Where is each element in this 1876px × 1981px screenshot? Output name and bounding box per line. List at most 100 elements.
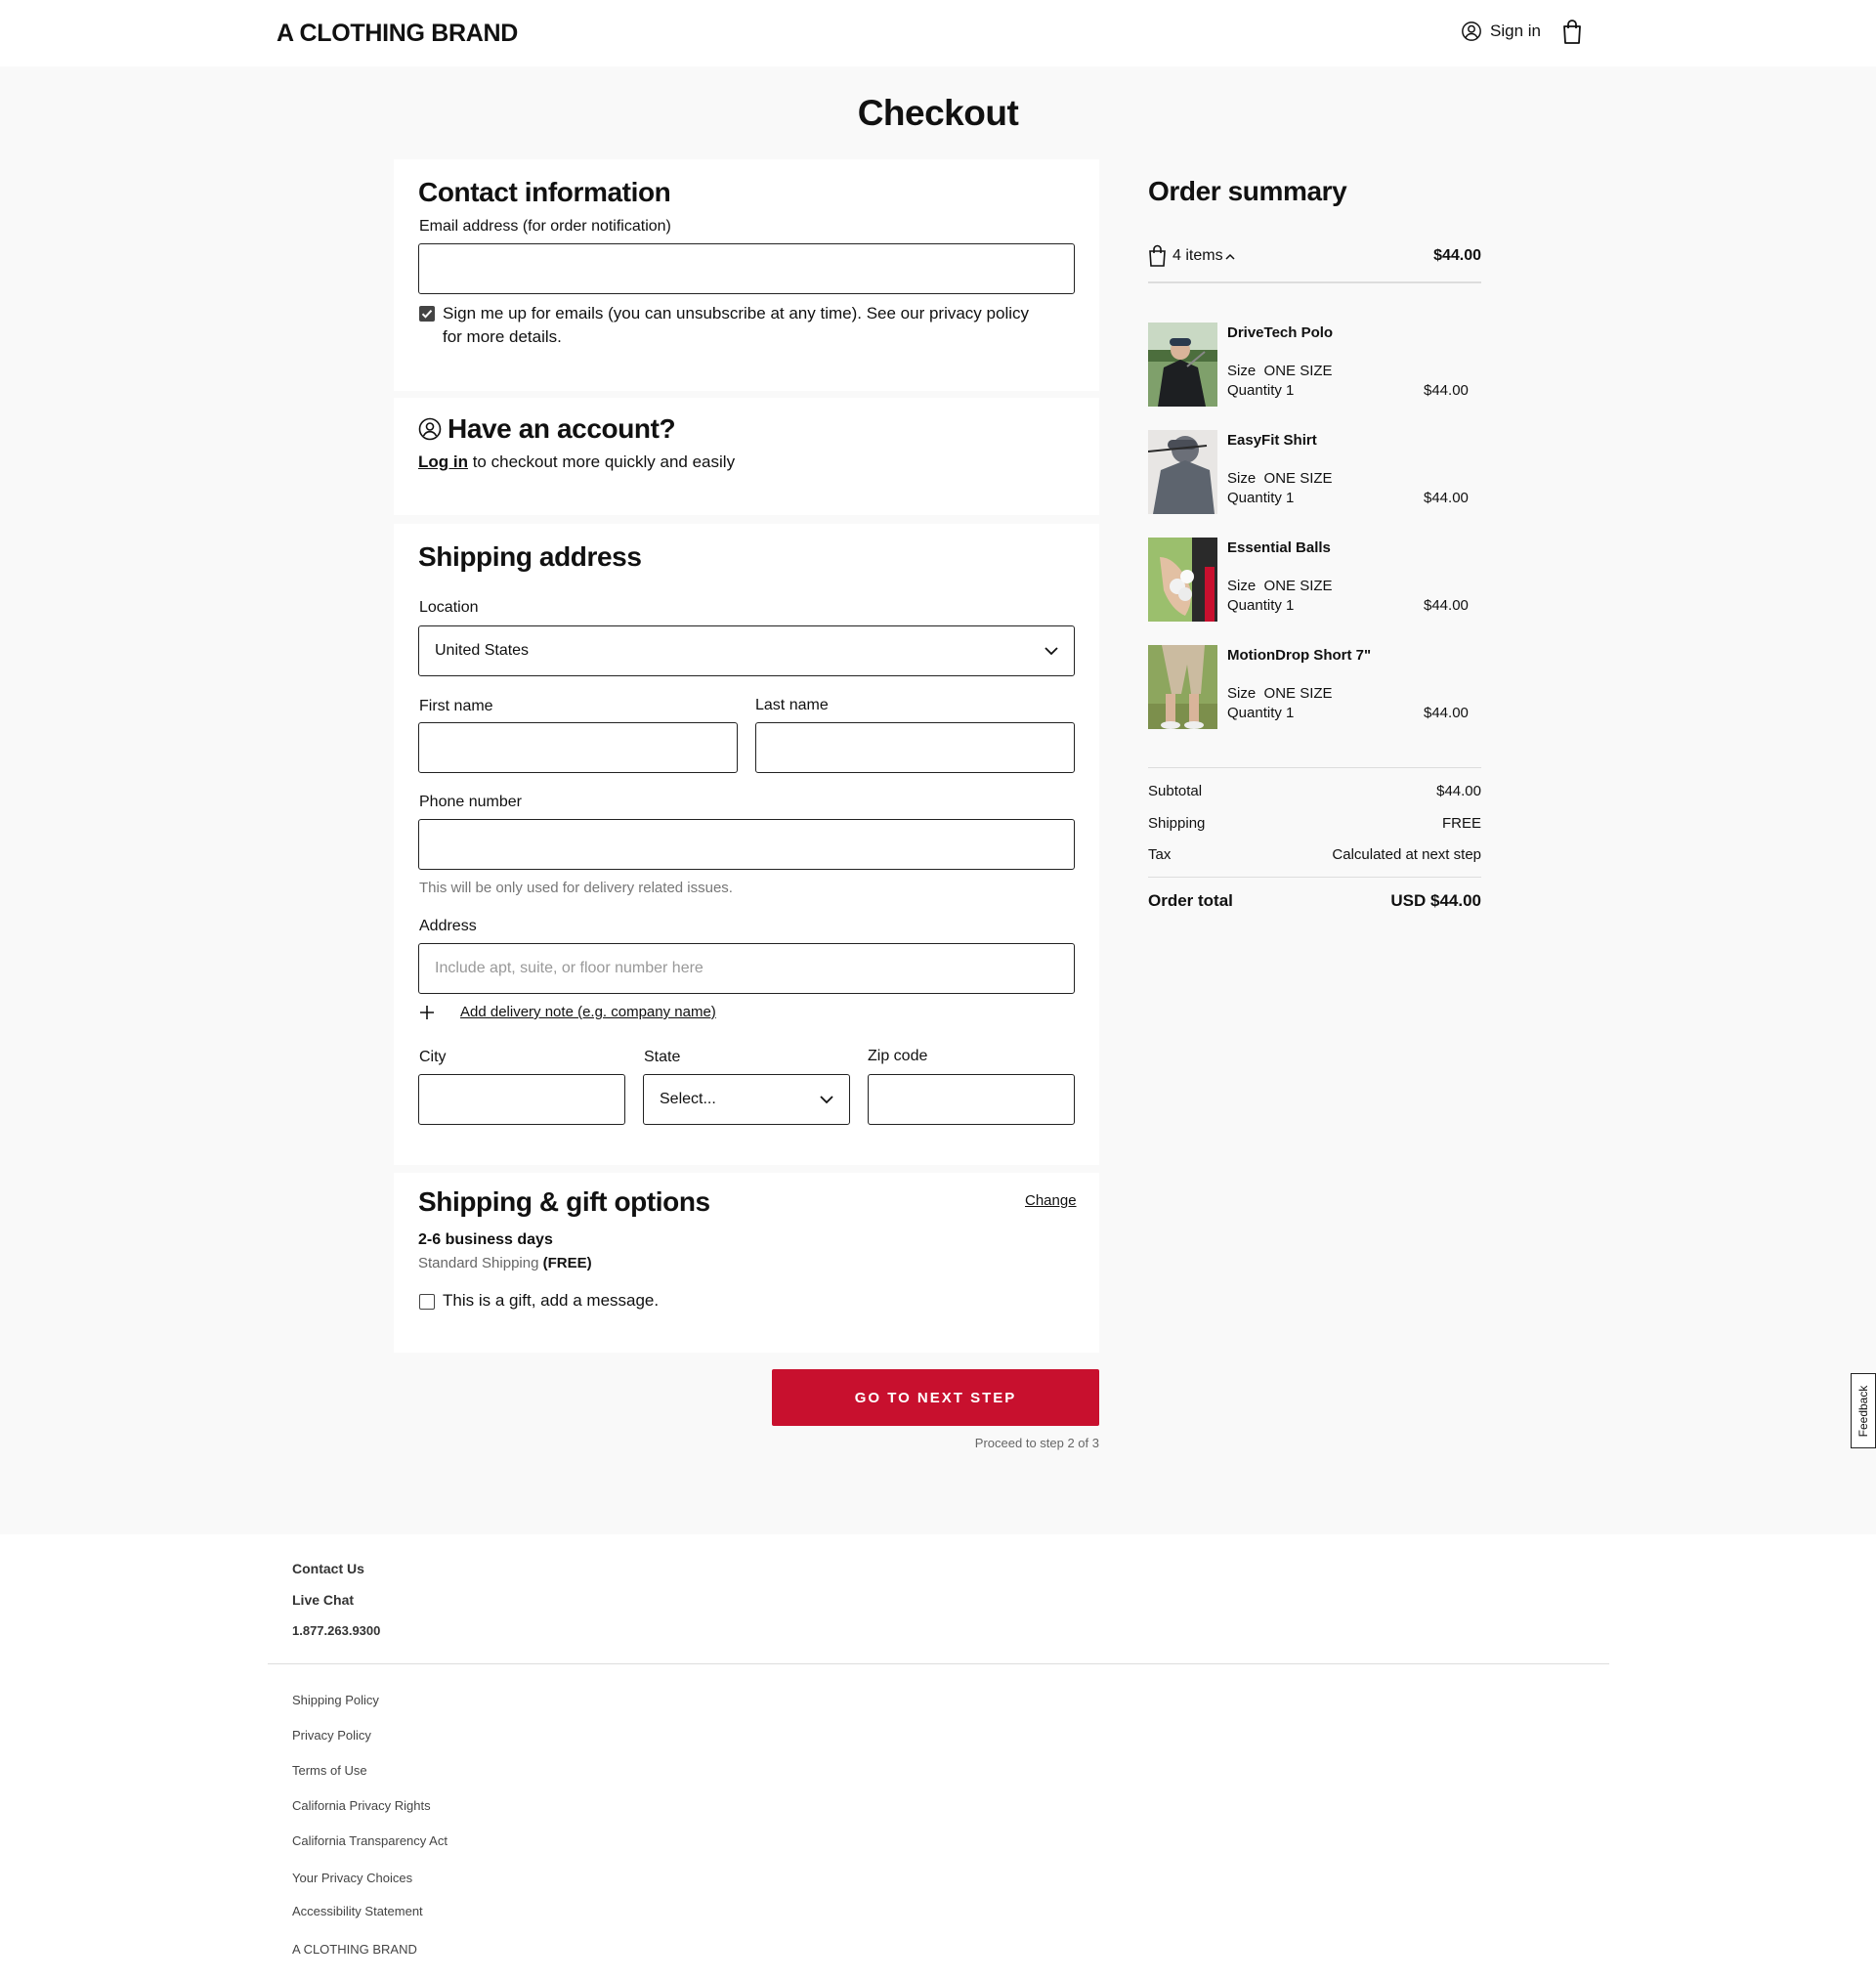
footer-phone[interactable]: 1.877.263.9300 (292, 1623, 380, 1638)
footer-link-shipping-policy[interactable]: Shipping Policy (292, 1693, 379, 1707)
tax-label: Tax (1148, 846, 1172, 863)
newsletter-checkbox[interactable] (419, 306, 435, 322)
login-row: Log in to checkout more quickly and easi… (418, 452, 735, 472)
item-size: Size ONE SIZE (1227, 363, 1333, 379)
plus-icon (420, 1005, 434, 1019)
state-label: State (644, 1049, 681, 1065)
footer-link-accessibility[interactable]: Accessibility Statement (292, 1904, 423, 1918)
shipping-method: Standard Shipping (418, 1255, 539, 1271)
footer-contact-us[interactable]: Contact Us (292, 1561, 364, 1576)
subtotal-value: $44.00 (1436, 783, 1481, 799)
go-to-next-step-button[interactable]: GO TO NEXT STEP (772, 1369, 1099, 1426)
city-field[interactable] (418, 1074, 625, 1125)
zip-field[interactable] (868, 1074, 1075, 1125)
order-summary-title: Order summary (1148, 176, 1347, 206)
change-link[interactable]: Change (1025, 1192, 1077, 1209)
items-count: 4 items (1172, 247, 1223, 264)
address-field[interactable] (418, 943, 1075, 994)
contact-title: Contact information (418, 177, 671, 207)
gift-label: This is a gift, add a message. (443, 1291, 660, 1310)
item-quantity: Quantity 1 (1227, 597, 1295, 614)
item-size: Size ONE SIZE (1227, 470, 1333, 487)
feedback-tab[interactable]: Feedback (1851, 1373, 1876, 1448)
items-toggle[interactable]: 4 items (1148, 244, 1235, 268)
account-card: Have an account? Log in to checkout more… (394, 398, 1099, 515)
last-name-field[interactable] (755, 722, 1075, 773)
account-title: Have an account? (448, 413, 676, 444)
shipping-title: Shipping address (418, 541, 642, 572)
location-value: United States (435, 642, 530, 659)
footer-link-ca-privacy[interactable]: California Privacy Rights (292, 1798, 431, 1813)
item-image-easyfit-shirt[interactable] (1148, 430, 1217, 514)
item-name[interactable]: MotionDrop Short 7" (1227, 647, 1371, 664)
phone-hint: This will be only used for delivery rela… (419, 880, 733, 896)
login-link[interactable]: Log in (418, 452, 468, 471)
tax-value: Calculated at next step (1332, 846, 1481, 863)
chevron-down-icon (1045, 646, 1058, 655)
state-select[interactable]: Select... (643, 1074, 850, 1125)
shopping-bag-icon[interactable] (1561, 20, 1583, 45)
shipping-method-price: (FREE) (542, 1255, 592, 1271)
order-total-label: Order total (1148, 891, 1233, 910)
summary-divider (1148, 281, 1481, 283)
city-label: City (419, 1049, 447, 1065)
chevron-up-icon (1225, 253, 1235, 260)
delivery-note-link[interactable]: Add delivery note (e.g. company name) (460, 1004, 716, 1020)
totals-divider (1148, 767, 1481, 768)
email-label: Email address (for order notification) (419, 218, 671, 235)
item-image-essential-balls[interactable] (1148, 538, 1217, 622)
footer-link-terms[interactable]: Terms of Use (292, 1763, 367, 1778)
item-quantity: Quantity 1 (1227, 705, 1295, 721)
location-select[interactable]: United States (418, 625, 1075, 676)
page-title: Checkout (857, 93, 1019, 133)
gift-checkbox[interactable] (419, 1294, 435, 1310)
total-divider (1148, 877, 1481, 878)
email-field[interactable] (418, 243, 1075, 294)
footer-link-privacy-policy[interactable]: Privacy Policy (292, 1728, 371, 1743)
last-name-label: Last name (755, 697, 829, 713)
item-quantity: Quantity 1 (1227, 382, 1295, 399)
footer-link-privacy-choices[interactable]: Your Privacy Choices (292, 1871, 412, 1885)
delivery-note-row[interactable]: Add delivery note (e.g. company name) (419, 1004, 716, 1020)
item-name[interactable]: Essential Balls (1227, 539, 1331, 556)
options-title: Shipping & gift options (418, 1186, 710, 1217)
feedback-label: Feedback (1856, 1385, 1870, 1437)
items-total: $44.00 (1433, 247, 1481, 264)
user-icon (418, 417, 442, 441)
item-price: $44.00 (1424, 705, 1469, 721)
first-name-field[interactable] (418, 722, 738, 773)
phone-field[interactable] (418, 819, 1075, 870)
state-value: Select... (660, 1091, 716, 1107)
cta-subtext: Proceed to step 2 of 3 (974, 1436, 1099, 1450)
order-total-value: USD $44.00 (1390, 891, 1481, 910)
item-size: Size ONE SIZE (1227, 578, 1333, 594)
item-size: Size ONE SIZE (1227, 685, 1333, 702)
login-text: to checkout more quickly and easily (467, 452, 736, 471)
sign-in-link[interactable]: Sign in (1461, 21, 1541, 42)
footer-divider (268, 1663, 1609, 1664)
item-price: $44.00 (1424, 382, 1469, 399)
sign-in-label: Sign in (1490, 22, 1541, 40)
shipping-options-card: Shipping & gift options Change 2-6 busin… (394, 1173, 1099, 1353)
item-price: $44.00 (1424, 490, 1469, 506)
shipping-days: 2-6 business days (418, 1231, 553, 1248)
footer-live-chat[interactable]: Live Chat (292, 1592, 354, 1608)
location-label: Location (419, 599, 479, 616)
item-quantity: Quantity 1 (1227, 490, 1295, 506)
item-image-motiondrop-short[interactable] (1148, 645, 1217, 729)
brand-logo[interactable]: A CLOTHING BRAND (277, 20, 518, 48)
zip-label: Zip code (868, 1048, 928, 1064)
item-image-drivetech-polo[interactable] (1148, 323, 1217, 407)
address-label: Address (419, 918, 477, 934)
shipping-value: FREE (1441, 815, 1481, 832)
check-icon (421, 310, 433, 319)
footer-link-ca-transparency[interactable]: California Transparency Act (292, 1833, 448, 1848)
phone-label: Phone number (419, 794, 522, 810)
shipping-label: Shipping (1148, 815, 1206, 832)
item-price: $44.00 (1424, 597, 1469, 614)
item-name[interactable]: EasyFit Shirt (1227, 432, 1317, 449)
first-name-label: First name (419, 698, 493, 714)
newsletter-text: Sign me up for emails (you can unsubscri… (443, 304, 1029, 346)
item-name[interactable]: DriveTech Polo (1227, 324, 1333, 341)
footer-brand: A CLOTHING BRAND (292, 1942, 417, 1957)
